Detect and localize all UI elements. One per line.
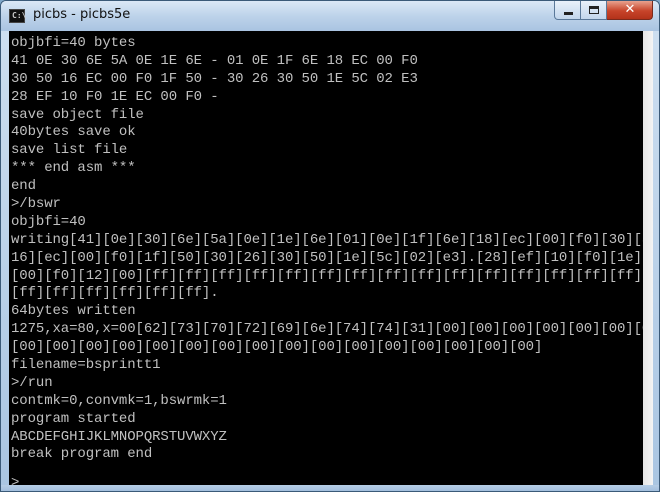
console-line: >/run: [11, 374, 53, 391]
prompt: >: [11, 475, 20, 485]
console-line: objbfi=40: [11, 213, 86, 230]
console-line: ABCDEFGHIJKLMNOPQRSTUVWXYZ: [11, 428, 227, 445]
console-line: end: [11, 178, 36, 195]
console-line: break program end: [11, 446, 153, 463]
close-button[interactable]: ✕: [607, 1, 653, 20]
console-line: 40bytes save ok: [11, 124, 136, 141]
console-line: 64bytes written: [11, 303, 136, 320]
window-frame-bottom: [1, 485, 659, 491]
console-line: filename=bsprintt1: [11, 357, 161, 374]
console-line: program started: [11, 410, 136, 427]
console-line: [ff][ff][ff][ff][ff][ff].: [11, 285, 219, 302]
caption-buttons: ✕: [554, 1, 653, 21]
console-icon[interactable]: C:\: [9, 9, 27, 23]
prompt-line[interactable]: >: [11, 475, 27, 485]
console-line: [00][f0][12][00][ff][ff][ff][ff][ff][ff]…: [11, 267, 643, 284]
console-line: >/bswr: [11, 196, 61, 213]
console-line: 30 50 16 EC 00 F0 1F 50 - 30 26 30 50 1E…: [11, 70, 418, 87]
maximize-icon: [589, 6, 599, 14]
console-line: 28 EF 10 F0 1E EC 00 F0 -: [11, 88, 219, 105]
console-line: 41 0E 30 6E 5A 0E 1E 6E - 01 0E 1F 6E 18…: [11, 52, 418, 69]
console-line: save list file: [11, 142, 128, 159]
console-line: 16][ec][00][f0][1f][50][30][26][30][50][…: [11, 249, 643, 266]
console-line: writing[41][0e][30][6e][5a][0e][1e][6e][…: [11, 231, 643, 248]
title-bar[interactable]: C:\ picbs - picbs5e ✕: [1, 1, 659, 31]
console-line: contmk=0,convmk=1,bswrmk=1: [11, 392, 227, 409]
window-title: picbs - picbs5e: [33, 7, 131, 22]
minimize-icon: [564, 12, 573, 15]
console-window: C:\ picbs - picbs5e ✕ objbfi=40 bytes 41 …: [0, 0, 660, 492]
console-line: objbfi=40 bytes: [11, 35, 136, 51]
console-lines: objbfi=40 bytes 41 0E 30 6E 5A 0E 1E 6E -…: [11, 35, 643, 464]
console-line: [00][00][00][00][00][00][00][00][00][00]…: [11, 339, 543, 356]
console-icon-text: C:\: [12, 11, 27, 20]
maximize-button[interactable]: [581, 1, 607, 20]
console-output[interactable]: objbfi=40 bytes 41 0E 30 6E 5A 0E 1E 6E -…: [9, 31, 643, 485]
close-icon: ✕: [624, 2, 636, 17]
console-line: save object file: [11, 106, 144, 123]
console-line: *** end asm ***: [11, 160, 136, 177]
vertical-scrollbar[interactable]: [643, 31, 653, 485]
minimize-button[interactable]: [554, 1, 581, 20]
console-line: 1275,xa=80,x=00[62][73][70][72][69][6e][…: [11, 321, 643, 338]
